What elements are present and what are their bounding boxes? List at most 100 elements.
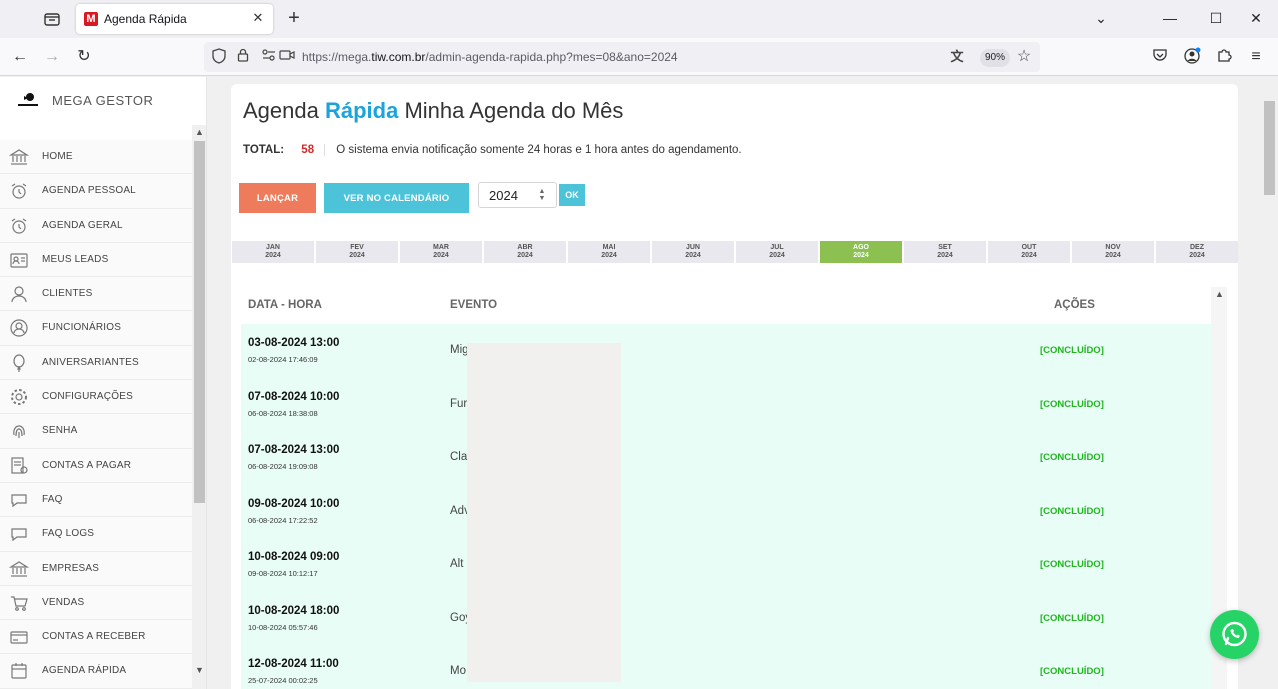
row-event[interactable]: Mo	[450, 665, 466, 677]
year-stepper[interactable]: 2024 ▲ ▼	[478, 182, 557, 208]
tab-month-jun[interactable]: JUN 2024	[652, 241, 734, 263]
page-scrollbar[interactable]	[1261, 77, 1278, 689]
whatsapp-button[interactable]	[1210, 610, 1259, 659]
shield-icon[interactable]	[210, 48, 228, 66]
table-row: 09-08-2024 10:00 06-08-2024 17:22:52 Adv…	[241, 484, 1211, 538]
translate-icon[interactable]: 文	[948, 48, 966, 66]
new-tab-icon[interactable]: +	[284, 8, 304, 28]
sidebar-item-clientes[interactable]: CLIENTES	[0, 277, 192, 312]
page-scroll-thumb[interactable]	[1264, 101, 1275, 195]
view-calendar-button[interactable]: VER NO CALENDÁRIO	[324, 183, 469, 213]
page-title: Agenda Rápida Minha Agenda do Mês	[243, 98, 624, 123]
row-status[interactable]: [CONCLUÍDO]	[1040, 613, 1104, 624]
sidebar-item-contas-a-pagar[interactable]: CONTAS A PAGAR	[0, 448, 192, 483]
sidebar-item-funcionarios[interactable]: FUNCIONÁRIOS	[0, 311, 192, 346]
sidebar-item-label: HOME	[42, 151, 73, 162]
tab-month-dez[interactable]: DEZ 2024	[1156, 241, 1238, 263]
tab-month-nov[interactable]: NOV 2024	[1072, 241, 1154, 263]
url-text[interactable]: https://mega.tiw.com.br/admin-agenda-rap…	[302, 50, 678, 64]
browser-tab[interactable]: M Agenda Rápida ✕	[76, 4, 273, 34]
column-header-event: EVENTO	[450, 299, 498, 311]
sidebar-item-label: SENHA	[42, 425, 78, 437]
sidebar-item-empresas[interactable]: EMPRESAS	[0, 551, 192, 586]
ok-button[interactable]: OK	[559, 184, 585, 206]
menu-hamburger-icon[interactable]: ≡	[1246, 47, 1266, 67]
row-datetime: 10-08-2024 18:00	[248, 604, 340, 617]
gear-icon	[9, 387, 29, 407]
sidebar-item-label: AGENDA PESSOAL	[42, 185, 136, 197]
row-status[interactable]: [CONCLUÍDO]	[1040, 506, 1104, 517]
row-status[interactable]: [CONCLUÍDO]	[1040, 345, 1104, 356]
sidebar: MEGA GESTOR ▲ ▼ HOME AGENDA PESSOAL AGEN…	[0, 77, 207, 689]
table-row: 10-08-2024 18:00 10-08-2024 05:57:46 Goy…	[241, 591, 1211, 645]
table-row: 12-08-2024 11:00 25-07-2024 00:02:25 Mo …	[241, 645, 1211, 689]
row-status[interactable]: [CONCLUÍDO]	[1040, 559, 1104, 570]
reload-icon[interactable]: ↻	[74, 47, 94, 67]
lancar-button[interactable]: LANÇAR	[239, 183, 316, 213]
permissions-icon[interactable]	[260, 48, 278, 66]
bank-icon	[8, 147, 30, 167]
sidebar-item-meus-leads[interactable]: MEUS LEADS	[0, 242, 192, 278]
tab-month-out[interactable]: OUT 2024	[988, 241, 1070, 263]
bookmark-star-icon[interactable]: ☆	[1015, 48, 1033, 66]
account-icon[interactable]	[1182, 47, 1202, 67]
tab-month-abr[interactable]: ABR 2024	[484, 241, 566, 263]
tab-month-set[interactable]: SET 2024	[904, 241, 986, 263]
tab-list-icon[interactable]	[42, 9, 62, 29]
tab-month-ago[interactable]: AGO 2024	[820, 241, 902, 263]
balloon-icon	[9, 353, 29, 373]
row-event[interactable]: Alt	[450, 558, 463, 570]
sidebar-item-agenda-geral[interactable]: AGENDA GERAL	[0, 208, 192, 243]
sidebar-item-faq[interactable]: FAQ	[0, 482, 192, 518]
list-all-tabs-icon[interactable]: ⌄	[1091, 8, 1111, 28]
zoom-level-badge[interactable]: 90%	[980, 49, 1010, 67]
close-tab-icon[interactable]: ✕	[251, 11, 265, 25]
back-icon[interactable]: ←	[10, 47, 30, 67]
row-event[interactable]: Fur	[450, 398, 467, 410]
sidebar-item-senha[interactable]: SENHA	[0, 414, 192, 449]
row-status[interactable]: [CONCLUÍDO]	[1040, 399, 1104, 410]
sidebar-scroll-thumb[interactable]	[194, 141, 205, 503]
sidebar-item-aniversariantes[interactable]: ANIVERSARIANTES	[0, 345, 192, 381]
row-status[interactable]: [CONCLUÍDO]	[1040, 666, 1104, 677]
sidebar-item-agenda-rapida[interactable]: AGENDA RÁPIDA	[0, 654, 192, 689]
tab-month-mar[interactable]: MAR 2024	[400, 241, 482, 263]
sidebar-item-label: ANIVERSARIANTES	[42, 356, 139, 368]
pocket-icon[interactable]	[1150, 47, 1170, 67]
forward-icon[interactable]: →	[42, 47, 62, 67]
sidebar-item-home[interactable]: HOME	[0, 140, 192, 175]
row-event[interactable]: Cla	[450, 451, 467, 463]
scroll-up-icon[interactable]: ▲	[192, 125, 206, 139]
row-status[interactable]: [CONCLUÍDO]	[1040, 452, 1104, 463]
url-bar[interactable]: https://mega.tiw.com.br/admin-agenda-rap…	[204, 42, 1040, 72]
scroll-up-icon[interactable]: ▲	[1212, 287, 1227, 301]
table-row: 10-08-2024 09:00 09-08-2024 10:12:17 Alt…	[241, 538, 1211, 592]
tab-month-jul[interactable]: JUL 2024	[736, 241, 818, 263]
scroll-down-icon[interactable]: ▼	[192, 663, 206, 677]
brand[interactable]: MEGA GESTOR	[0, 77, 206, 125]
maximize-icon[interactable]: ☐	[1206, 8, 1226, 28]
minimize-icon[interactable]: —	[1160, 8, 1180, 28]
column-header-actions: AÇÕES	[1054, 299, 1095, 311]
tab-month-jan[interactable]: JAN 2024	[232, 241, 314, 263]
notification-notice: O sistema envia notificação somente 24 h…	[336, 144, 742, 156]
sidebar-item-label: EMPRESAS	[42, 562, 100, 574]
spinner-icon[interactable]: ▲ ▼	[536, 188, 548, 202]
sidebar-item-agenda-pessoal[interactable]: AGENDA PESSOAL	[0, 174, 192, 209]
close-window-icon[interactable]: ✕	[1246, 8, 1266, 28]
extensions-icon[interactable]	[1214, 47, 1234, 67]
sidebar-scrollbar[interactable]: ▲ ▼	[192, 125, 206, 689]
sidebar-item-vendas[interactable]: VENDAS	[0, 585, 192, 621]
sidebar-item-faq-logs[interactable]: FAQ LOGS	[0, 517, 192, 552]
chat-icon	[9, 524, 29, 544]
sidebar-item-configuracoes[interactable]: CONFIGURAÇÕES	[0, 380, 192, 415]
bank-icon	[8, 559, 30, 579]
tab-month-mai[interactable]: MAI 2024	[568, 241, 650, 263]
tab-month-fev[interactable]: FEV 2024	[316, 241, 398, 263]
row-event[interactable]: Mig	[450, 344, 469, 356]
row-datetime: 03-08-2024 13:00	[248, 337, 340, 349]
sidebar-item-label: AGENDA RÁPIDA	[42, 665, 127, 677]
camera-icon[interactable]	[278, 48, 296, 66]
lock-icon[interactable]	[234, 48, 252, 66]
sidebar-item-contas-a-receber[interactable]: CONTAS A RECEBER	[0, 620, 192, 655]
